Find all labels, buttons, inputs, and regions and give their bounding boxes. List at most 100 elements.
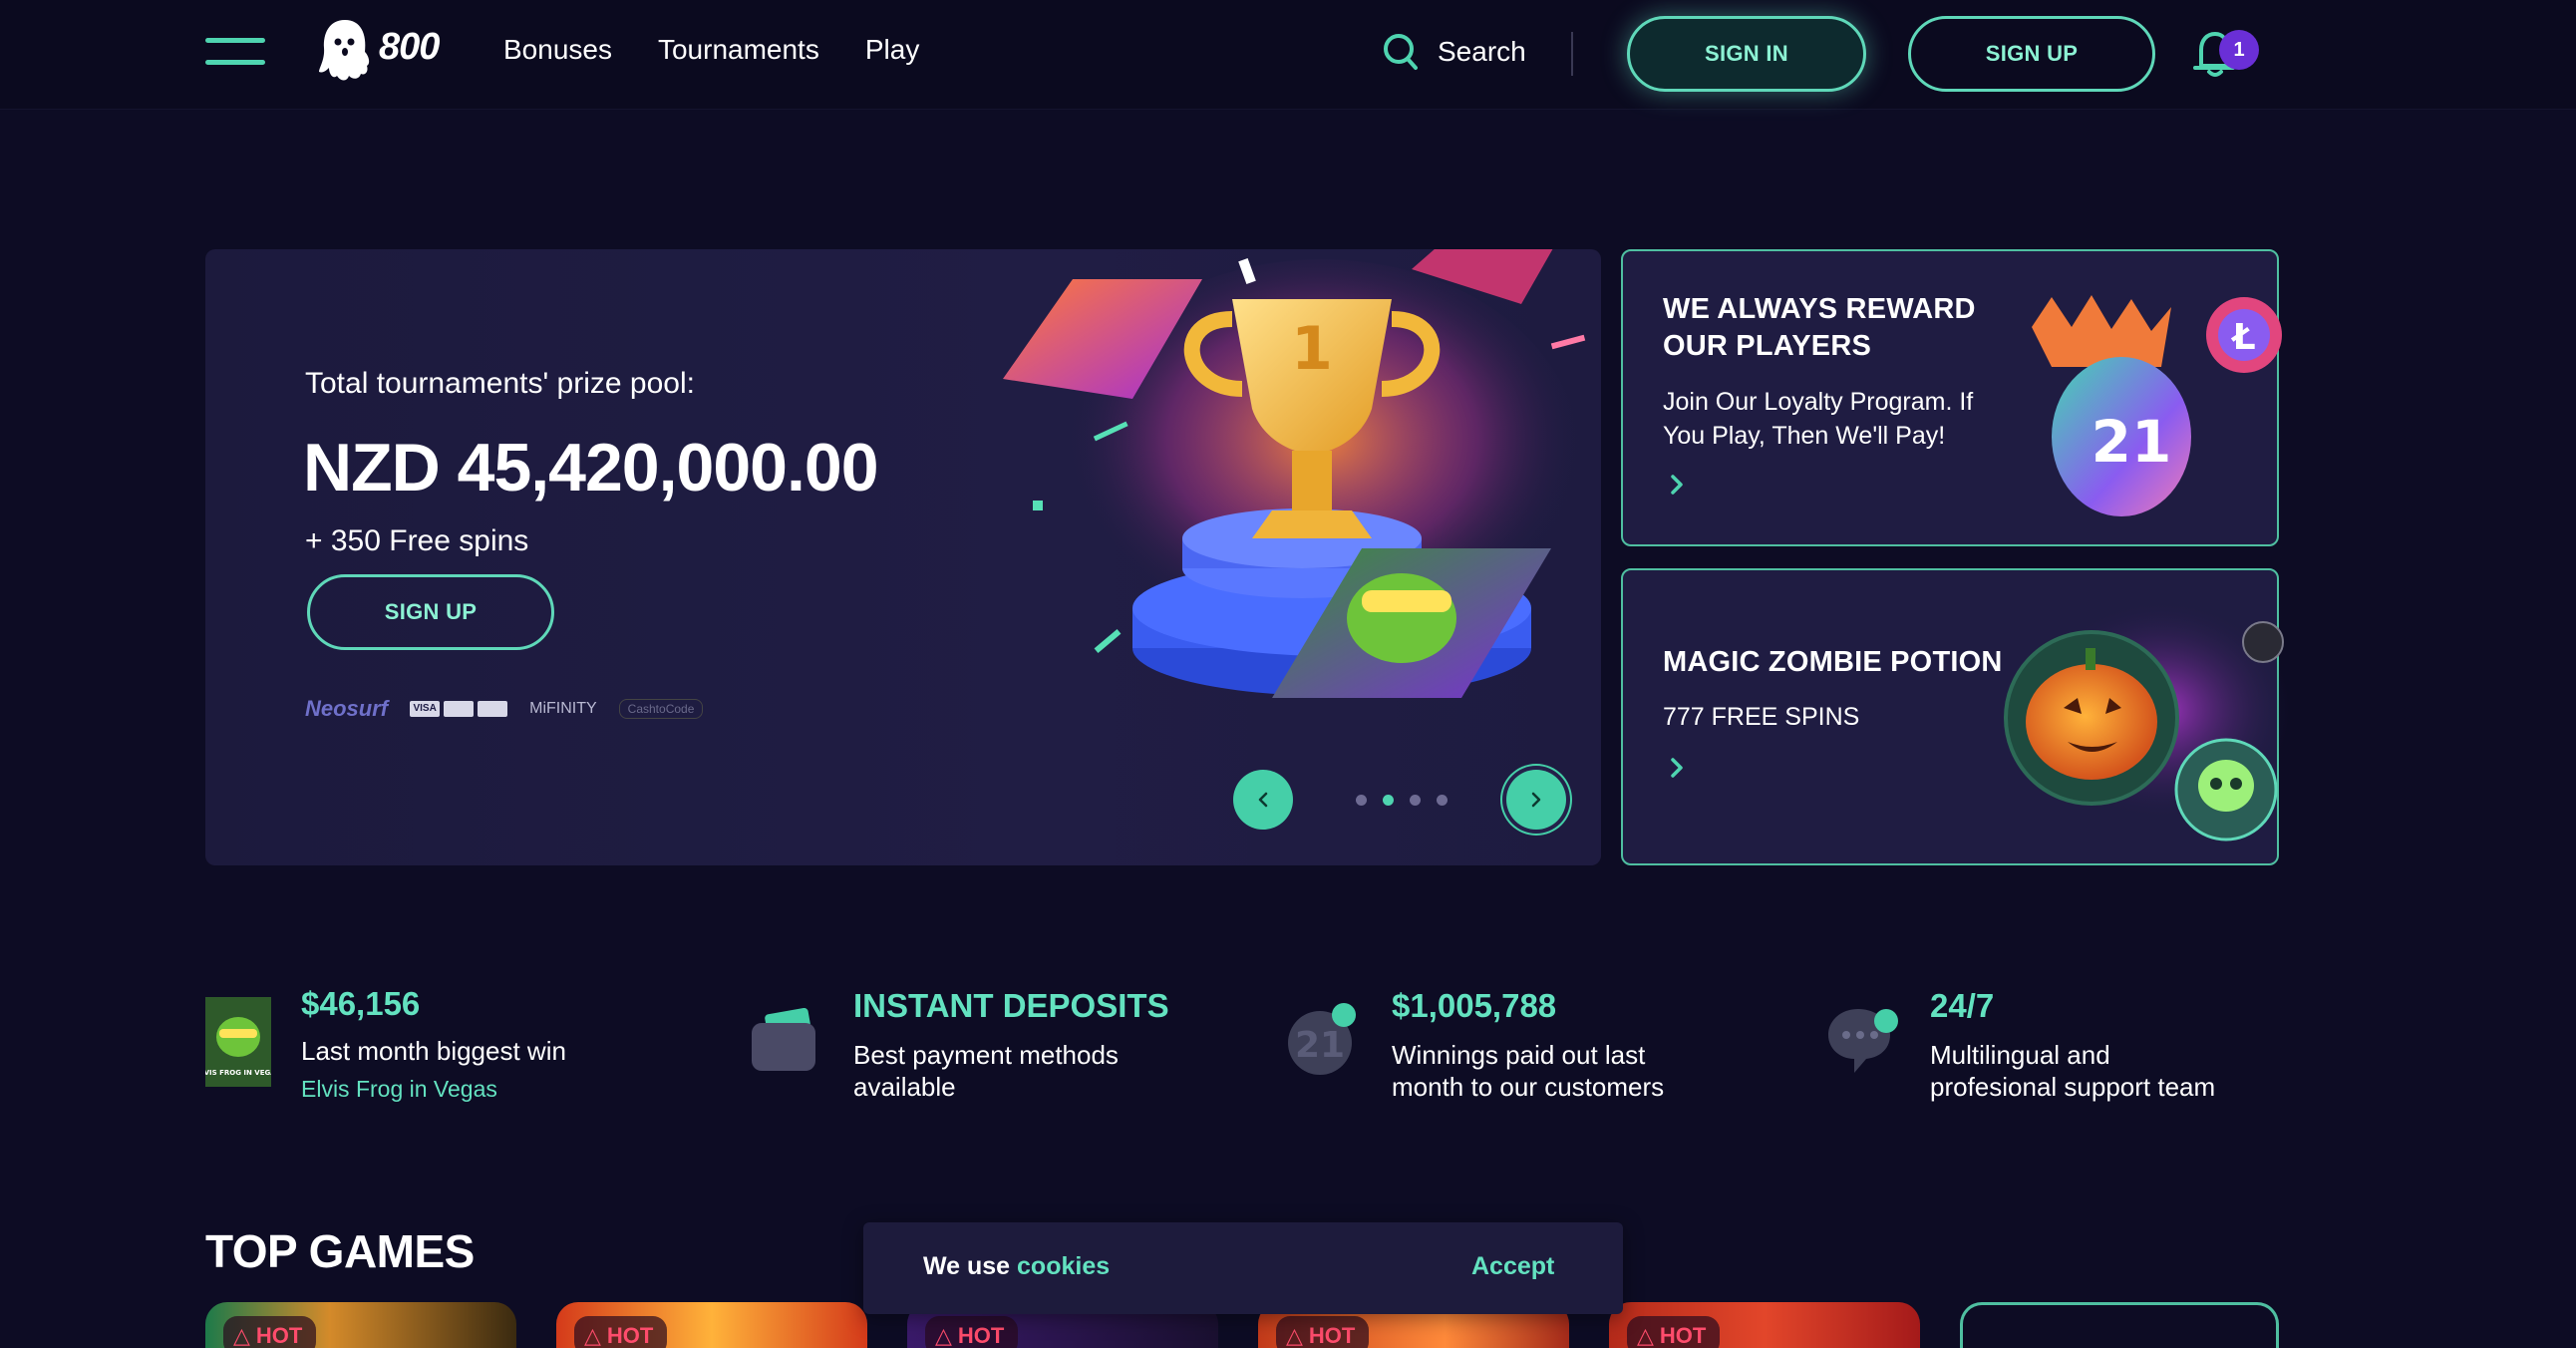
game-thumbnail[interactable]: ELVIS FROG IN VEGAS xyxy=(205,997,271,1087)
coin-icon: 21 xyxy=(1288,1003,1356,1075)
menu-icon[interactable] xyxy=(205,38,265,70)
game-card[interactable]: △ HOT xyxy=(1609,1302,1920,1348)
zombie-potion-promo-card[interactable]: MAGIC ZOMBIE POTION 777 FREE SPINS xyxy=(1621,568,2291,865)
more-games-card[interactable] xyxy=(1960,1302,2279,1348)
sign-in-button[interactable]: SIGN IN xyxy=(1627,16,1866,92)
stat-title: 24/7 xyxy=(1930,987,1995,1024)
nav-bonuses[interactable]: Bonuses xyxy=(503,34,612,66)
loyalty-chip-icon: 21 Ł xyxy=(2032,295,2282,516)
stat-winnings-paid: 21 $1,005,788 Winnings paid out last mon… xyxy=(1286,985,1784,1105)
carousel-prev-button[interactable] xyxy=(1233,770,1293,830)
stat-instant-deposits: INSTANT DEPOSITS Best payment methods av… xyxy=(748,985,1246,1105)
flame-icon: △ xyxy=(1286,1323,1303,1348)
stat-biggest-win: ELVIS FROG IN VEGAS $46,156 Last month b… xyxy=(205,985,724,1105)
stat-title: $46,156 xyxy=(301,985,421,1022)
game-link[interactable]: Elvis Frog in Vegas xyxy=(301,1076,497,1103)
wallet-icon xyxy=(752,1007,815,1071)
carousel-dot[interactable] xyxy=(1356,795,1367,806)
hot-badge-label: HOT xyxy=(957,1323,1005,1348)
nav-tournaments[interactable]: Tournaments xyxy=(658,34,819,66)
search-icon xyxy=(1384,34,1418,70)
header-divider xyxy=(1571,32,1573,76)
trophy-illustration: 1 xyxy=(1003,249,1586,698)
svg-text:21: 21 xyxy=(1295,1025,1345,1066)
stat-text: Best payment methods xyxy=(853,1040,1119,1070)
stat-title: INSTANT DEPOSITS xyxy=(853,987,1169,1024)
logo-text: 800 xyxy=(379,26,440,68)
pumpkin-potion-icon xyxy=(2004,600,2291,842)
cards-logo: VISA xyxy=(410,701,508,717)
stat-title: $1,005,788 xyxy=(1392,987,1557,1024)
hot-badge-label: HOT xyxy=(255,1323,303,1348)
top-header: 800 Bonuses Tournaments Play Search SIGN… xyxy=(0,0,2576,110)
accept-cookies-button[interactable]: Accept xyxy=(1471,1252,1554,1281)
promo-title-line: OUR PLAYERS xyxy=(1663,330,1872,362)
carousel-dots xyxy=(1356,795,1448,806)
hot-badge-label: HOT xyxy=(1308,1323,1356,1348)
prize-pool-amount: NZD 45,420,000.00 xyxy=(303,430,879,506)
hot-badge: △ HOT xyxy=(925,1316,1019,1348)
chevron-right-icon[interactable] xyxy=(1665,756,1689,780)
promo-text: Join Our Loyalty Program. If You Play, T… xyxy=(1663,385,1973,453)
chevron-right-icon[interactable] xyxy=(1665,473,1689,497)
thumbnail-caption: ELVIS FROG IN VEGAS xyxy=(205,1069,271,1077)
carousel-next-button[interactable] xyxy=(1506,770,1566,830)
flame-icon: △ xyxy=(1637,1323,1654,1348)
chevron-left-icon xyxy=(1258,792,1268,808)
chat-icon xyxy=(1828,1009,1898,1073)
hot-badge-label: HOT xyxy=(606,1323,654,1348)
stat-text: available xyxy=(853,1072,956,1102)
mifinity-logo: MiFINITY xyxy=(529,700,597,717)
stat-text: month to our customers xyxy=(1392,1072,1665,1102)
flame-icon: △ xyxy=(935,1323,952,1348)
free-spins-text: + 350 Free spins xyxy=(305,524,529,557)
carousel-dot[interactable] xyxy=(1410,795,1421,806)
stat-text: Last month biggest win xyxy=(301,1036,566,1066)
card-logo xyxy=(444,701,475,717)
promo-text: 777 FREE SPINS xyxy=(1663,703,1860,731)
promo-title: WE ALWAYS REWARD OUR PLAYERS xyxy=(1663,291,1976,365)
cookie-text: We use cookies xyxy=(923,1252,1110,1281)
hot-badge-label: HOT xyxy=(1659,1323,1707,1348)
main-nav: Bonuses Tournaments Play xyxy=(503,34,919,66)
hot-badge: △ HOT xyxy=(1276,1316,1370,1348)
stat-text: Multilingual and xyxy=(1930,1040,2110,1070)
promo-title: MAGIC ZOMBIE POTION xyxy=(1663,646,2003,678)
flame-icon: △ xyxy=(584,1323,601,1348)
game-card[interactable]: △ HOT xyxy=(205,1302,516,1348)
carousel-dot[interactable] xyxy=(1383,795,1394,806)
chevron-right-icon xyxy=(1531,792,1541,808)
promo-text-line: You Play, Then We'll Pay! xyxy=(1663,422,1946,450)
stat-support: 24/7 Multilingual and profesional suppor… xyxy=(1824,985,2323,1105)
neosurf-logo: Neosurf xyxy=(305,696,389,721)
flame-icon: △ xyxy=(233,1323,250,1348)
sign-up-button[interactable]: SIGN UP xyxy=(1908,16,2155,92)
cookie-message: We use xyxy=(923,1252,1011,1280)
promo-title-line: WE ALWAYS REWARD xyxy=(1663,293,1976,325)
notification-badge: 1 xyxy=(2219,30,2259,70)
promo-text-line: Join Our Loyalty Program. If xyxy=(1663,388,1974,416)
svg-text:1: 1 xyxy=(1291,314,1333,384)
cookie-banner: We use cookies Accept xyxy=(863,1222,1623,1314)
carousel-dot[interactable] xyxy=(1437,795,1448,806)
hero-banner: Total tournaments' prize pool: NZD 45,42… xyxy=(205,249,1601,865)
nav-play[interactable]: Play xyxy=(865,34,919,66)
svg-text:Ł: Ł xyxy=(2230,317,2255,358)
game-card[interactable]: △ HOT xyxy=(556,1302,867,1348)
card-logo xyxy=(478,701,508,717)
hero-sign-up-button[interactable]: SIGN UP xyxy=(307,574,554,650)
hero-label: Total tournaments' prize pool: xyxy=(305,367,695,400)
hot-badge: △ HOT xyxy=(223,1316,317,1348)
stat-text: profesional support team xyxy=(1930,1072,2216,1102)
loyalty-promo-card[interactable]: WE ALWAYS REWARD OUR PLAYERS Join Our Lo… xyxy=(1621,249,2282,546)
cashtocode-logo: CashtoCode xyxy=(618,699,704,719)
search-label: Search xyxy=(1438,36,1526,67)
hot-badge: △ HOT xyxy=(574,1316,668,1348)
stat-text: Winnings paid out last xyxy=(1392,1040,1646,1070)
top-games-heading: TOP GAMES xyxy=(205,1225,475,1277)
search-button[interactable]: Search xyxy=(1382,32,1526,72)
cookies-link[interactable]: cookies xyxy=(1017,1252,1110,1280)
chip-number: 21 xyxy=(2092,408,2172,476)
visa-logo: VISA xyxy=(410,701,441,717)
hot-badge: △ HOT xyxy=(1627,1316,1721,1348)
